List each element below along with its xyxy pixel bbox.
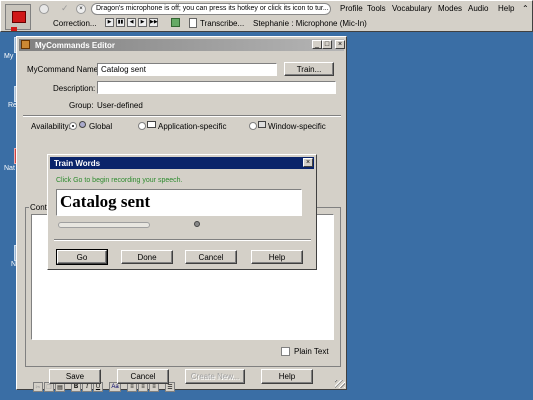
availability-label: Availability: — [31, 122, 71, 131]
help-button[interactable]: Help — [261, 369, 313, 384]
availability-global-radio[interactable] — [69, 122, 77, 130]
editor-app-icon — [21, 40, 30, 49]
go-button[interactable]: Go — [56, 249, 108, 265]
window-icon — [258, 121, 266, 128]
dragon-bar: ✓ × Dragon's microphone is off; you can … — [0, 0, 533, 32]
done-button[interactable]: Done — [121, 250, 173, 264]
description-label: Description: — [53, 84, 96, 93]
status-message: Dragon's microphone is off; you can pres… — [91, 3, 331, 15]
menu-audio[interactable]: Audio — [468, 4, 488, 13]
dragon-logo-icon[interactable] — [5, 4, 31, 30]
train-titlebar[interactable]: Train Words — [50, 157, 314, 169]
group-value: User-defined — [97, 101, 143, 110]
command-name-label: MyCommand Name: — [27, 65, 101, 74]
stop-icon[interactable]: × — [76, 4, 86, 14]
rewind-icon[interactable]: ▮▮ — [116, 18, 125, 27]
globe-icon — [79, 121, 86, 128]
description-field[interactable] — [97, 81, 336, 94]
collapse-icon[interactable]: ⌃ — [522, 4, 529, 13]
play-icon[interactable]: ▶ — [105, 18, 114, 27]
menu-help[interactable]: Help — [498, 4, 514, 13]
maximize-icon[interactable]: □ — [322, 40, 332, 49]
transcribe-icon[interactable] — [171, 18, 180, 27]
train-button[interactable]: Train... — [284, 62, 334, 76]
close-icon[interactable]: × — [335, 40, 345, 49]
train-help-button[interactable]: Help — [251, 250, 303, 264]
availability-application-label[interactable]: Application-specific — [158, 122, 226, 131]
command-name-field[interactable]: Catalog sent — [97, 63, 277, 76]
fast-forward-icon[interactable]: ▶▶ — [149, 18, 158, 27]
recording-progress-bar — [58, 222, 150, 228]
checkmark-icon[interactable]: ✓ — [61, 3, 69, 14]
create-new-button[interactable]: Create New... — [185, 369, 245, 384]
train-instruction: Click Go to begin recording your speech. — [56, 177, 183, 184]
train-words-dialog: Train Words × Click Go to begin recordin… — [47, 154, 317, 270]
menu-modes[interactable]: Modes — [438, 4, 462, 13]
transcribe-document-icon[interactable] — [189, 18, 197, 28]
correction-button[interactable]: Correction... — [53, 19, 97, 28]
microphone-off-icon[interactable] — [39, 4, 49, 14]
menu-vocabulary[interactable]: Vocabulary — [392, 4, 432, 13]
divider — [23, 115, 341, 117]
train-phrase: Catalog sent — [60, 192, 151, 211]
availability-window-radio[interactable] — [249, 122, 257, 130]
profile-microphone-text: Stephanie : Microphone (Mic-In) — [253, 19, 367, 28]
cancel-button[interactable]: Cancel — [117, 369, 169, 384]
train-cancel-button[interactable]: Cancel — [185, 250, 237, 264]
availability-application-radio[interactable] — [138, 122, 146, 130]
skip-forward-icon[interactable]: ▶ — [138, 18, 147, 27]
minimize-icon[interactable]: _ — [312, 40, 322, 49]
save-button[interactable]: Save — [49, 369, 101, 384]
train-title: Train Words — [54, 158, 101, 168]
train-close-icon[interactable]: × — [303, 158, 313, 167]
desktop-label-nat: Nat — [4, 165, 15, 172]
application-icon — [147, 121, 156, 128]
desktop-label-my: My — [4, 53, 14, 60]
skip-back-icon[interactable]: ◀ — [127, 18, 136, 27]
editor-title: MyCommands Editor — [35, 40, 116, 50]
transcribe-button[interactable]: Transcribe... — [200, 19, 244, 28]
volume-indicator-icon — [194, 221, 200, 227]
plain-text-label[interactable]: Plain Text — [294, 347, 329, 356]
train-phrase-display: Catalog sent — [56, 189, 302, 216]
editor-titlebar[interactable]: MyCommands Editor — [19, 39, 344, 51]
availability-global-label[interactable]: Global — [89, 122, 112, 131]
resize-grip-icon[interactable] — [335, 380, 345, 388]
train-divider — [54, 239, 311, 241]
availability-window-label[interactable]: Window-specific — [268, 122, 326, 131]
menu-tools[interactable]: Tools — [367, 4, 386, 13]
plain-text-checkbox[interactable] — [281, 347, 290, 356]
cut-icon[interactable]: ✂ — [33, 382, 43, 392]
group-label: Group: — [69, 101, 94, 110]
red-indicator-icon — [11, 27, 17, 31]
menu-profile[interactable]: Profile — [340, 4, 363, 13]
